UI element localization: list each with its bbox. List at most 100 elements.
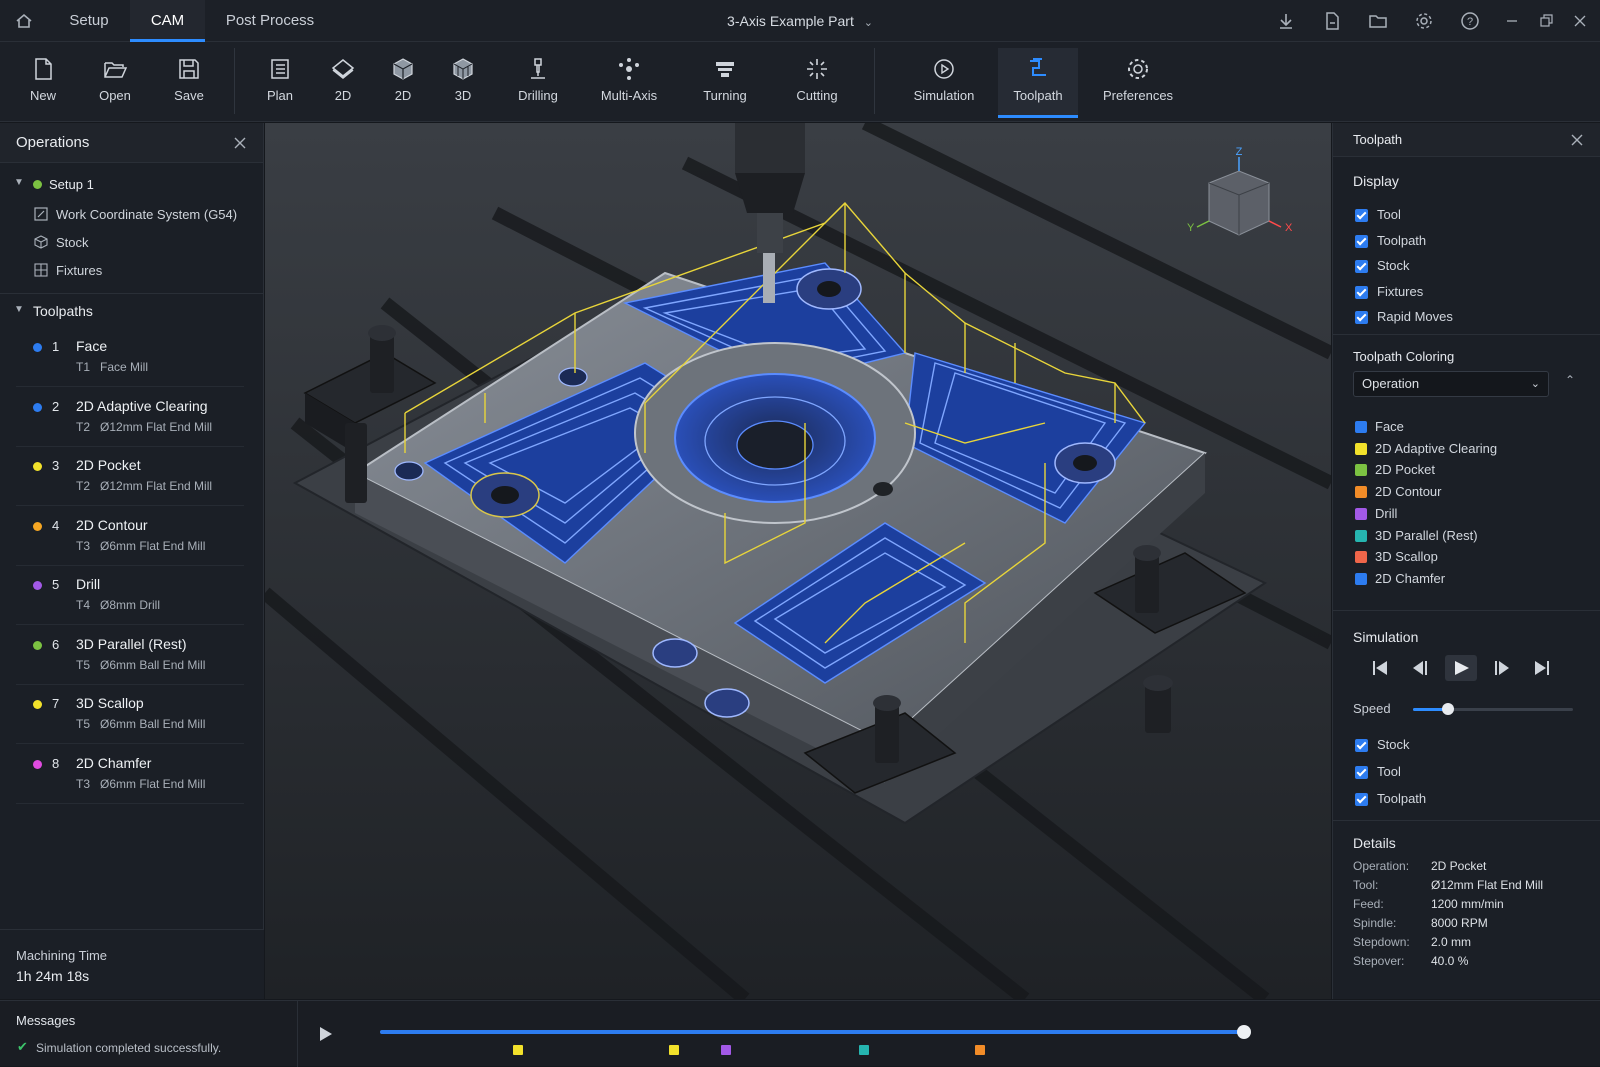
- close-window-icon[interactable]: [1570, 11, 1590, 31]
- legend-label: Drill: [1375, 505, 1398, 521]
- plan-button[interactable]: Plan: [252, 48, 308, 118]
- timeline-marker[interactable]: [668, 1045, 679, 1055]
- cutting-button[interactable]: Cutting: [782, 48, 852, 118]
- restore-icon[interactable]: [1536, 11, 1556, 31]
- open-button[interactable]: Open: [86, 48, 144, 118]
- turning-button[interactable]: Turning: [690, 48, 760, 118]
- toolpath-item[interactable]: 4 2D Contour T3 Ø6mm Flat End Mill: [16, 508, 244, 566]
- toolpath-button[interactable]: Toolpath: [998, 48, 1078, 118]
- skip-end-icon[interactable]: [1535, 661, 1549, 675]
- operation-number: 2: [52, 398, 60, 414]
- document-title[interactable]: 3-Axis Example Part ⌄: [700, 0, 900, 42]
- tab-setup[interactable]: Setup: [48, 0, 130, 42]
- toolpaths-group[interactable]: ▼ Toolpaths: [0, 301, 264, 325]
- tab-post-process[interactable]: Post Process: [212, 0, 328, 42]
- operation-number: 4: [52, 517, 60, 533]
- toolpath-item[interactable]: 6 3D Parallel (Rest) T5 Ø6mm Ball End Mill: [16, 627, 244, 685]
- display-checkbox-label: Tool: [1377, 207, 1401, 222]
- setup-row[interactable]: ▼ Setup 1: [0, 175, 264, 197]
- toolpath-item[interactable]: 7 3D Scallop T5 Ø6mm Ball End Mill: [16, 686, 244, 744]
- operation-number: 3: [52, 458, 60, 473]
- display-checkbox[interactable]: [1355, 234, 1368, 248]
- 3d-viewport[interactable]: Z X Y: [265, 123, 1331, 999]
- stock-label: Stock: [56, 235, 89, 250]
- download-icon[interactable]: [1276, 11, 1296, 31]
- display-checkbox[interactable]: [1355, 285, 1368, 299]
- toolpath-item[interactable]: 8 2D Chamfer T3 Ø6mm Flat End Mill: [16, 746, 244, 804]
- 3d-button[interactable]: 3D: [438, 48, 488, 118]
- toolpath-item[interactable]: 3 2D Pocket T2 Ø12mm Flat End Mill: [16, 448, 244, 506]
- machining-scene[interactable]: Z X Y: [265, 123, 1331, 999]
- fixtures-label: Fixtures: [56, 263, 103, 278]
- stock-cube-icon: [34, 235, 48, 249]
- detail-label: Feed:: [1353, 897, 1384, 911]
- 2d-label: 2D: [334, 88, 352, 103]
- export-file-icon[interactable]: [1322, 11, 1342, 31]
- home-icon[interactable]: [14, 11, 34, 31]
- simulation-checkbox[interactable]: [1355, 739, 1368, 752]
- operations-title: Operations: [16, 134, 90, 151]
- chevron-down-icon[interactable]: ▼: [14, 177, 24, 188]
- timeline-marker[interactable]: [975, 1045, 986, 1055]
- legend-label: 2D Pocket: [1375, 462, 1435, 478]
- display-checkbox[interactable]: [1355, 209, 1368, 222]
- toolpath-item[interactable]: 2 2D Adaptive Clearing T2 Ø12mm Flat End M…: [16, 389, 244, 447]
- plan-icon: [271, 59, 289, 79]
- simulation-checkbox[interactable]: [1355, 793, 1368, 806]
- step-back-icon[interactable]: [1413, 661, 1427, 675]
- 2d-button[interactable]: 2D: [318, 48, 368, 118]
- toolpath-item[interactable]: 5 Drill T4 Ø8mm Drill: [16, 567, 244, 625]
- timeline-track[interactable]: [380, 1025, 1251, 1039]
- collapse-chevron-icon[interactable]: ⌃: [1565, 373, 1575, 387]
- drilling-button[interactable]: Drilling: [506, 48, 570, 118]
- ribbon-separator: [234, 48, 235, 114]
- timeline-play-icon[interactable]: [318, 1025, 334, 1043]
- folder-icon[interactable]: [1368, 11, 1388, 31]
- operation-tool: T3 Ø6mm Flat End Mill: [76, 776, 206, 791]
- timeline-marker[interactable]: [513, 1045, 524, 1055]
- check-icon: ✔: [17, 1039, 28, 1054]
- skip-start-icon[interactable]: [1373, 661, 1387, 675]
- close-icon[interactable]: [1570, 133, 1584, 147]
- tab-cam[interactable]: CAM: [130, 0, 205, 42]
- fixtures-item[interactable]: Fixtures: [0, 261, 264, 283]
- messages-panel: Messages ✔ Simulation completed successf…: [0, 1001, 298, 1067]
- legend-label: 3D Scallop: [1375, 549, 1438, 565]
- cutting-icon: [807, 59, 827, 79]
- operation-tool: T4 Ø8mm Drill: [76, 598, 160, 612]
- help-icon[interactable]: ?: [1460, 11, 1480, 31]
- settings-gear-icon[interactable]: [1414, 11, 1434, 31]
- gear-icon: [1128, 59, 1148, 79]
- coloring-select[interactable]: Operation ⌄: [1353, 371, 1549, 397]
- play-icon[interactable]: [1445, 655, 1477, 681]
- multi-axis-button[interactable]: Multi-Axis: [590, 48, 668, 118]
- display-checkbox[interactable]: [1355, 260, 1368, 273]
- wcs-item[interactable]: Work Coordinate System (G54): [0, 205, 264, 227]
- operation-number: 7: [52, 696, 60, 711]
- simulation-label: Simulation: [913, 88, 975, 103]
- chevron-down-icon[interactable]: ▼: [14, 304, 24, 315]
- 2d-cube-button[interactable]: 2D: [378, 48, 428, 118]
- preferences-button[interactable]: Preferences: [1090, 48, 1186, 118]
- close-icon[interactable]: [233, 136, 247, 150]
- simulation-checkbox-label: Tool: [1377, 764, 1401, 779]
- 3d-label: 3D: [454, 88, 472, 103]
- svg-text:?: ?: [1467, 16, 1473, 28]
- new-button[interactable]: New: [14, 48, 72, 118]
- display-checkbox[interactable]: [1355, 311, 1368, 324]
- timeline-marker[interactable]: [858, 1045, 869, 1055]
- simulation-button[interactable]: Simulation: [904, 48, 984, 118]
- timeline-handle[interactable]: [1237, 1025, 1251, 1039]
- speed-slider-handle[interactable]: [1442, 703, 1455, 715]
- folder-open-icon: [104, 62, 128, 78]
- simulation-checkbox[interactable]: [1355, 766, 1368, 779]
- speed-slider[interactable]: [1413, 703, 1573, 715]
- operation-tool: T5 Ø6mm Ball End Mill: [76, 657, 206, 672]
- timeline-marker[interactable]: [720, 1045, 731, 1055]
- legend-swatch: [1355, 442, 1367, 455]
- toolpath-item[interactable]: 1 Face T1 Face Mill: [16, 329, 244, 387]
- stock-item[interactable]: Stock: [0, 233, 264, 255]
- save-button[interactable]: Save: [160, 48, 218, 118]
- minimize-icon[interactable]: [1502, 11, 1522, 31]
- step-forward-icon[interactable]: [1495, 661, 1509, 675]
